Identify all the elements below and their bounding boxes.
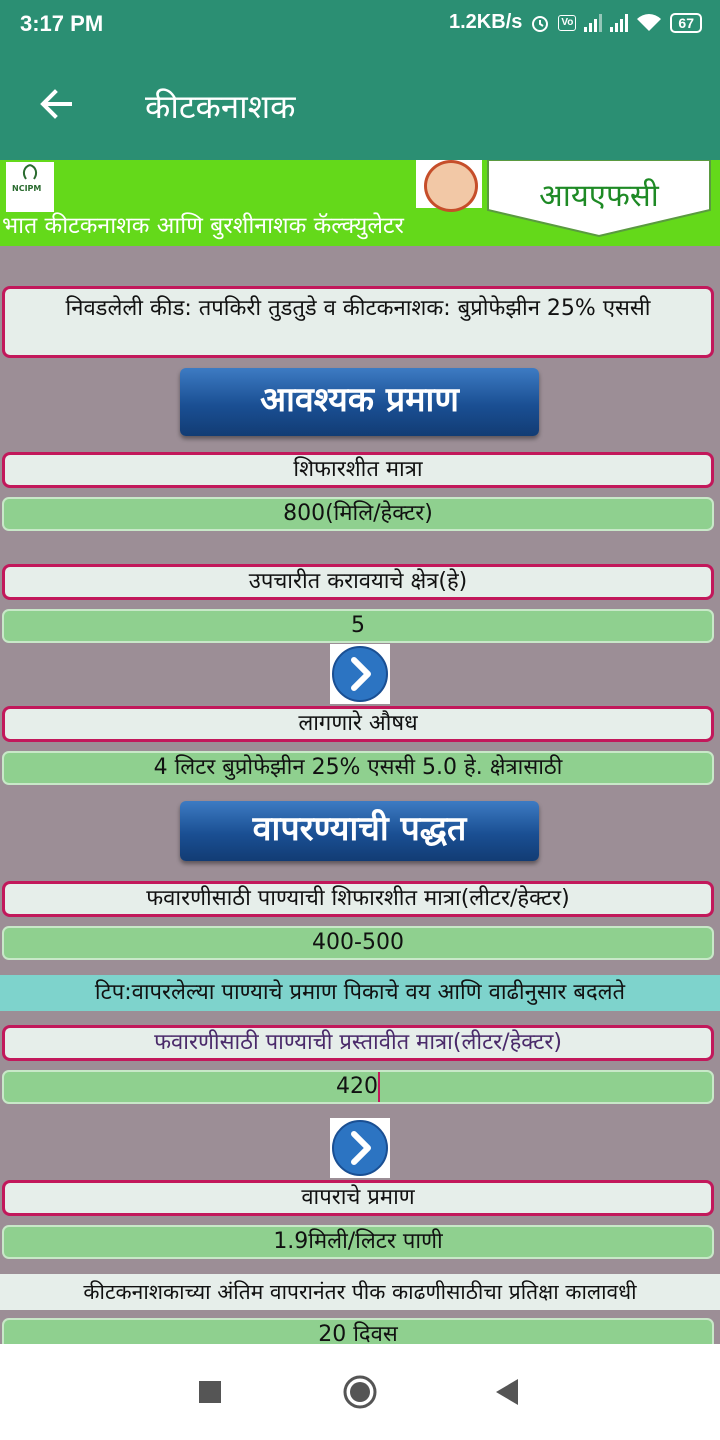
signal-2-icon — [610, 13, 629, 32]
water-proposed-label: फवारणीसाठी पाण्याची प्रस्तावीत मात्रा(ली… — [2, 1025, 714, 1061]
water-proposed-input[interactable]: 420 — [2, 1070, 714, 1104]
battery-icon: 67 — [670, 12, 702, 33]
selection-text: निवडलेली कीड: तपकिरी तुडतुडे व कीटकनाशक:… — [65, 296, 651, 321]
usage-label: वापराचे प्रमाण — [2, 1180, 714, 1216]
required-medicine-value: 4 लिटर बुप्रोफेझीन 25% एससी 5.0 हे. क्षे… — [2, 751, 714, 785]
network-speed: 1.2KB/s — [449, 11, 523, 33]
recommended-dose-label: शिफारशीत मात्रा — [2, 452, 714, 488]
required-medicine-label: लागणारे औषध — [2, 706, 714, 742]
volte-icon: Vo — [558, 14, 577, 31]
area-label: उपचारीत करावयाचे क्षेत्र(हे) — [2, 564, 714, 600]
recommended-dose-value: 800(मिलि/हेक्टर) — [2, 497, 714, 531]
arrow-left-icon[interactable] — [36, 84, 76, 124]
pennant-text: आयएफसी — [539, 178, 659, 214]
calculate-usage-button[interactable] — [330, 1118, 390, 1178]
usage-value: 1.9मिली/लिटर पाणी — [2, 1225, 714, 1259]
area-input[interactable]: 5 — [2, 609, 714, 643]
university-seal — [416, 160, 482, 212]
page-title: कीटकनाशक — [145, 87, 296, 126]
app-bar: कीटकनाशक — [0, 50, 720, 160]
ncipm-logo: NCIPM — [6, 162, 54, 212]
status-time: 3:17 PM — [20, 11, 104, 36]
home-circle-icon[interactable] — [342, 1374, 378, 1410]
calculator-content: निवडलेली कीड: तपकिरी तुडतुडे व कीटकनाशक:… — [0, 246, 720, 1352]
water-recommended-label: फवारणीसाठी पाण्याची शिफारशीत मात्रा(लीटर… — [2, 881, 714, 917]
system-nav-bar — [0, 1344, 720, 1440]
calculate-next-button[interactable] — [330, 644, 390, 704]
tip-text: टिप:वापरलेल्या पाण्याचे प्रमाण पिकाचे वय… — [0, 975, 720, 1011]
header-banner: NCIPM आयएफसी भात कीटकनाशक आणि बुरशीनाशक … — [0, 160, 720, 246]
recents-square-icon[interactable] — [199, 1381, 221, 1403]
water-recommended-value: 400-500 — [2, 926, 714, 960]
water-proposed-value: 420 — [336, 1074, 378, 1099]
back-triangle-icon[interactable] — [496, 1379, 518, 1405]
ifc-pennant: आयएफसी — [486, 160, 712, 238]
method-button[interactable]: वापरण्याची पद्धत — [180, 801, 539, 861]
signal-icon — [584, 13, 603, 32]
alarm-icon — [532, 15, 549, 32]
required-quantity-button[interactable]: आवश्यक प्रमाण — [180, 368, 539, 436]
selection-box: निवडलेली कीड: तपकिरी तुडतुडे व कीटकनाशक:… — [2, 286, 714, 358]
status-icons: 1.2KB/s Vo 67 — [449, 11, 702, 34]
banner-subtitle: भात कीटकनाशक आणि बुरशीनाशक कॅल्क्युलेटर — [2, 213, 404, 239]
wifi-icon — [637, 13, 662, 31]
waiting-period-label: कीटकनाशकाच्या अंतिम वापरानंतर पीक काढणीस… — [0, 1274, 720, 1310]
status-bar: 3:17 PM 1.2KB/s Vo 67 — [0, 0, 720, 50]
